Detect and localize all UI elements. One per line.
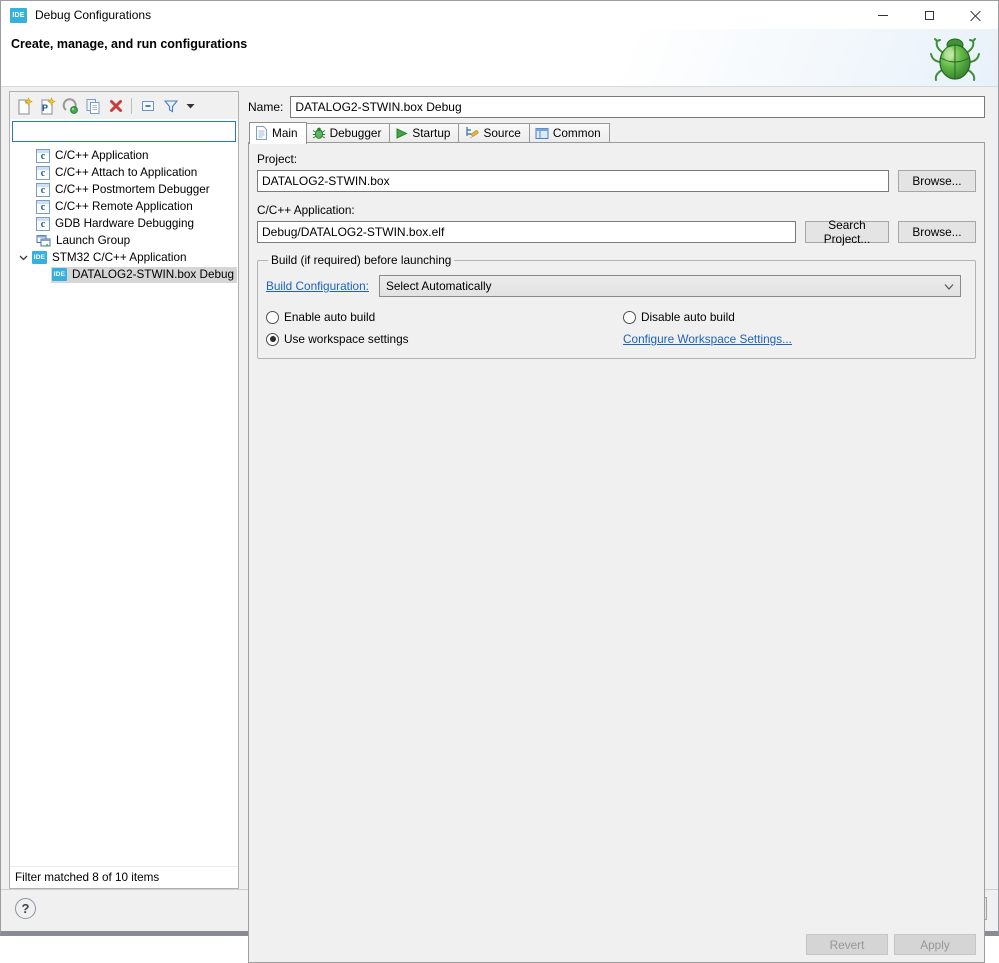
project-input[interactable] (257, 170, 889, 192)
configuration-tabs: Main Debugger Startup (248, 121, 985, 143)
tab-main[interactable]: Main (249, 122, 307, 144)
help-button[interactable]: ? (15, 898, 36, 919)
revert-button[interactable]: Revert (806, 934, 888, 955)
stm32-ide-icon: IDE (52, 268, 67, 281)
new-prototype-icon: P (38, 97, 56, 115)
build-configuration-link[interactable]: Build Configuration: (266, 279, 369, 293)
maximize-icon (925, 11, 934, 20)
launch-group-icon (36, 233, 51, 248)
tree-item-cpp-application[interactable]: cC/C++ Application (10, 147, 238, 164)
delete-launch-configuration-button[interactable] (105, 95, 126, 116)
tree-item-cpp-postmortem[interactable]: cC/C++ Postmortem Debugger (10, 181, 238, 198)
build-group-legend: Build (if required) before launching (268, 253, 454, 267)
duplicate-configuration-icon (84, 97, 102, 115)
new-launch-prototype-button[interactable]: P (36, 95, 57, 116)
name-label: Name: (248, 100, 283, 114)
radio-icon (623, 311, 636, 324)
tab-startup[interactable]: Startup (390, 123, 459, 143)
filter-icon (162, 97, 180, 115)
use-workspace-settings-radio[interactable]: Use workspace settings (266, 332, 623, 346)
tab-source[interactable]: Source (459, 123, 529, 143)
filter-launch-configurations-button[interactable] (160, 95, 181, 116)
configure-workspace-settings-link[interactable]: Configure Workspace Settings... (623, 332, 792, 346)
new-configuration-icon (15, 97, 33, 115)
build-options-group: Build (if required) before launching Bui… (257, 253, 976, 359)
enable-auto-build-radio[interactable]: Enable auto build (266, 310, 623, 324)
application-input[interactable] (257, 221, 796, 243)
application-label: C/C++ Application: (257, 203, 976, 217)
project-label: Project: (257, 152, 976, 166)
radio-checked-icon (266, 333, 279, 346)
stm32-ide-icon: IDE (32, 251, 47, 264)
export-launch-configuration-button[interactable] (59, 95, 80, 116)
tree-item-datalog2-stwin-debug[interactable]: IDEDATALOG2-STWIN.box Debug (10, 266, 238, 283)
toolbar-separator (131, 98, 132, 114)
source-tab-icon (464, 126, 479, 140)
dropdown-arrow-icon (186, 103, 195, 109)
disable-auto-build-radio[interactable]: Disable auto build (623, 310, 961, 324)
dialog-header: Create, manage, and run configurations (1, 29, 998, 87)
duplicate-launch-configuration-button[interactable] (82, 95, 103, 116)
new-launch-configuration-button[interactable] (13, 95, 34, 116)
configurations-panel: P (9, 91, 239, 889)
main-tab-icon (255, 126, 268, 140)
filter-input[interactable] (12, 121, 236, 142)
minimize-button[interactable] (860, 1, 906, 29)
dialog-body: P (1, 87, 998, 931)
debug-configurations-dialog: IDE Debug Configurations Create, manage,… (0, 0, 999, 936)
name-input[interactable] (290, 96, 985, 118)
tab-debugger[interactable]: Debugger (307, 123, 391, 143)
app-ide-icon: IDE (10, 8, 27, 23)
export-configuration-icon (61, 97, 79, 115)
collapse-all-icon (139, 97, 157, 115)
svg-text:P: P (41, 103, 47, 113)
apply-button[interactable]: Apply (894, 934, 976, 955)
configuration-tree: cC/C++ Application cC/C++ Attach to Appl… (10, 145, 238, 866)
build-configuration-select[interactable]: Select Automatically (379, 275, 961, 297)
c-application-icon: c (36, 200, 50, 214)
c-application-icon: c (36, 149, 50, 163)
common-tab-icon (535, 127, 549, 140)
c-application-icon: c (36, 166, 50, 180)
tree-item-cpp-remote[interactable]: cC/C++ Remote Application (10, 198, 238, 215)
maximize-button[interactable] (906, 1, 952, 29)
delete-icon (107, 97, 125, 115)
c-application-icon: c (36, 217, 50, 231)
close-button[interactable] (952, 1, 998, 29)
c-application-icon: c (36, 183, 50, 197)
tree-item-cpp-attach[interactable]: cC/C++ Attach to Application (10, 164, 238, 181)
tree-item-stm32-application[interactable]: IDESTM32 C/C++ Application (10, 249, 238, 266)
application-browse-button[interactable]: Browse... (898, 221, 976, 243)
filter-status-text: Filter matched 8 of 10 items (10, 866, 238, 888)
project-browse-button[interactable]: Browse... (898, 170, 976, 192)
configuration-detail-panel: Name: Main Debugger (248, 96, 985, 963)
dialog-header-title: Create, manage, and run configurations (11, 37, 247, 51)
tree-item-launch-group[interactable]: Launch Group (10, 232, 238, 249)
tree-expander-icon[interactable] (17, 252, 29, 264)
tab-common[interactable]: Common (530, 123, 610, 143)
toolbar-menu-dropdown[interactable] (183, 95, 197, 116)
window-title: Debug Configurations (35, 8, 151, 22)
tree-item-gdb-hardware[interactable]: cGDB Hardware Debugging (10, 215, 238, 232)
main-tab-content: Project: Browse... C/C++ Application: Se… (248, 142, 985, 963)
debugger-tab-icon (312, 126, 326, 140)
search-project-button[interactable]: Search Project... (805, 221, 889, 243)
configurations-toolbar: P (10, 92, 238, 119)
radio-icon (266, 311, 279, 324)
minimize-icon (878, 15, 888, 16)
startup-tab-icon (395, 127, 408, 140)
combo-chevron-icon (944, 279, 954, 293)
collapse-all-button[interactable] (137, 95, 158, 116)
debug-bug-image (928, 32, 982, 87)
close-icon (970, 10, 981, 21)
title-bar: IDE Debug Configurations (1, 1, 998, 29)
